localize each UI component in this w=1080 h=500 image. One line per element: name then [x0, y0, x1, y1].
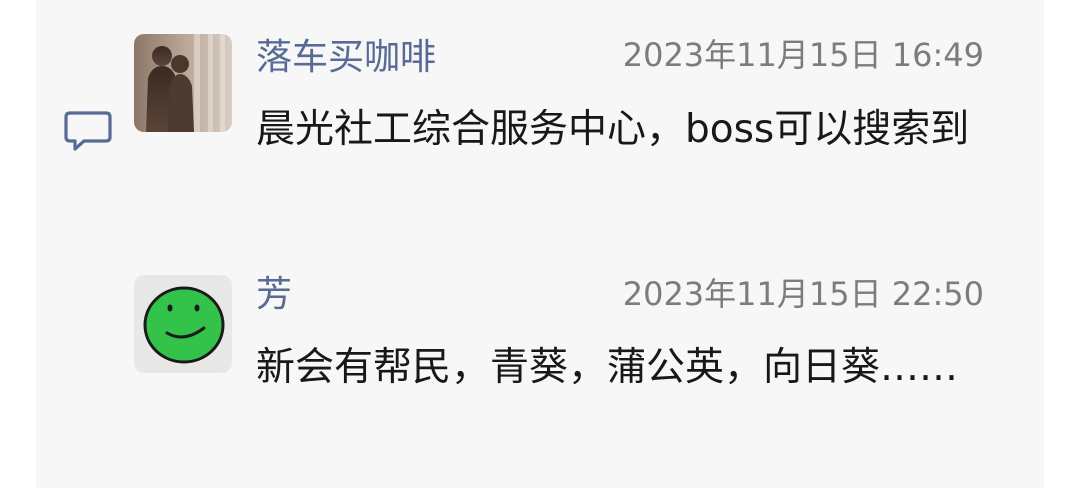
comment-timestamp: 2023年11月15日 22:50 [622, 275, 984, 313]
avatar[interactable] [134, 34, 232, 132]
green-smiley-avatar-image [134, 275, 232, 373]
avatar[interactable] [134, 275, 232, 373]
comment-bubble-icon[interactable] [64, 110, 112, 152]
comment-text: 新会有帮民，青葵，蒲公英，向日葵…… [256, 345, 959, 390]
comment-timestamp: 2023年11月15日 16:49 [622, 36, 984, 74]
comment-author[interactable]: 芳 [256, 275, 292, 315]
photo-avatar-image [134, 34, 232, 132]
comment-text: 晨光社工综合服务中心，boss可以搜索到 [256, 107, 970, 152]
comment-author[interactable]: 落车买咖啡 [256, 38, 436, 78]
